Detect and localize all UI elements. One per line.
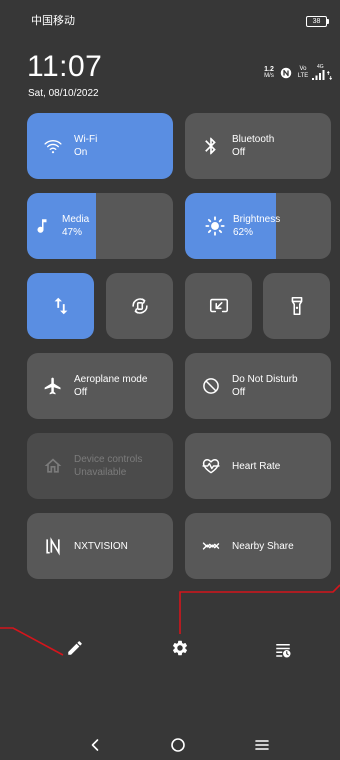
battery-icon: 38 xyxy=(306,16,327,27)
gear-icon[interactable] xyxy=(171,639,189,657)
clock-time[interactable]: 11:07 xyxy=(27,50,102,84)
nxtvision-icon xyxy=(46,537,60,556)
tile-dnd-state: Off xyxy=(232,387,246,398)
tile-wifi-text: Wi-Fi On xyxy=(74,133,97,159)
signal-bars-icon xyxy=(312,70,325,80)
tile-screen-cast[interactable] xyxy=(185,273,252,339)
media-slider-text: Media 47% xyxy=(62,213,89,239)
flashlight-icon xyxy=(291,296,302,316)
tile-device-controls-state: Unavailable xyxy=(74,467,127,478)
tile-bluetooth[interactable]: Bluetooth Off xyxy=(185,113,331,179)
auto-rotate-icon xyxy=(131,298,148,314)
recents-icon[interactable] xyxy=(254,737,270,753)
tile-aeroplane-state: Off xyxy=(74,387,88,398)
bluetooth-icon xyxy=(205,137,216,155)
tile-aeroplane-label: Aeroplane mode xyxy=(74,374,148,385)
tile-wifi-state: On xyxy=(74,147,88,158)
network-speed-unit: M/s xyxy=(264,73,274,79)
nearby-share-icon xyxy=(202,542,220,550)
tile-nearby-share-text: Nearby Share xyxy=(232,540,294,553)
tile-heart-rate-label: Heart Rate xyxy=(232,460,281,472)
alarm-list-icon[interactable] xyxy=(274,641,292,659)
tile-aeroplane-text: Aeroplane mode Off xyxy=(74,373,147,399)
tile-bluetooth-state: Off xyxy=(232,147,246,158)
brightness-slider-text: Brightness 62% xyxy=(233,213,280,239)
tile-auto-rotate[interactable] xyxy=(106,273,173,339)
tile-nearby-share[interactable]: Nearby Share xyxy=(185,513,331,579)
volte-bottom-label: LTE xyxy=(297,73,309,79)
do-not-disturb-icon xyxy=(203,378,219,394)
pencil-icon[interactable] xyxy=(66,639,84,657)
music-note-icon xyxy=(37,219,47,233)
home-icon xyxy=(44,458,62,473)
mobile-data-icon xyxy=(54,297,67,315)
back-icon[interactable] xyxy=(87,737,103,753)
brightness-slider-value: 62% xyxy=(233,227,254,238)
tile-nxtvision-text: NXTVISION xyxy=(74,540,128,553)
brightness-slider-label: Brightness xyxy=(233,214,281,225)
carrier-name: 中国移动 xyxy=(31,15,75,27)
volte-top-label: Vo xyxy=(299,66,307,72)
date-label: Sat, 08/10/2022 xyxy=(28,88,99,99)
battery-nub xyxy=(327,19,329,24)
heart-rate-icon xyxy=(202,459,220,474)
media-slider-label: Media xyxy=(62,214,90,225)
tile-flashlight[interactable] xyxy=(263,273,330,339)
volte-indicator: Vo LTE xyxy=(296,65,310,81)
data-arrows-icon xyxy=(327,71,332,80)
tile-device-controls-label: Device controls xyxy=(74,454,143,465)
tile-dnd-text: Do Not Disturb Off xyxy=(232,373,298,399)
network-speed: 1.2 M/s xyxy=(262,65,276,81)
screen-cast-icon xyxy=(209,298,228,313)
brightness-icon xyxy=(205,216,225,236)
tile-heart-rate-text: Heart Rate xyxy=(232,460,280,473)
tile-nxtvision[interactable]: NXTVISION xyxy=(27,513,173,579)
network-speed-value: 1.2 xyxy=(264,66,274,73)
tile-bluetooth-label: Bluetooth xyxy=(232,134,275,145)
tile-aeroplane-mode[interactable]: Aeroplane mode Off xyxy=(27,353,173,419)
tile-nearby-share-label: Nearby Share xyxy=(232,540,294,552)
tile-wifi-label: Wi-Fi xyxy=(74,134,98,145)
brightness-slider[interactable]: Brightness 62% xyxy=(185,193,331,259)
signal-indicator: 4G xyxy=(312,64,326,81)
tile-wifi[interactable]: Wi-Fi On xyxy=(27,113,173,179)
tile-do-not-disturb[interactable]: Do Not Disturb Off xyxy=(185,353,331,419)
nfc-icon xyxy=(280,67,292,79)
tile-device-controls-text: Device controls Unavailable xyxy=(74,453,142,479)
wifi-icon xyxy=(44,140,62,154)
tile-mobile-data[interactable] xyxy=(27,273,94,339)
annotation-line-edit xyxy=(0,627,64,656)
tile-nxtvision-label: NXTVISION xyxy=(74,540,128,552)
airplane-icon xyxy=(44,377,61,395)
annotation-line-settings xyxy=(179,584,340,634)
tile-device-controls[interactable]: Device controls Unavailable xyxy=(27,433,173,499)
media-slider-value: 47% xyxy=(62,227,83,238)
tile-dnd-label: Do Not Disturb xyxy=(232,374,298,385)
media-volume-slider[interactable]: Media 47% xyxy=(27,193,173,259)
tile-bluetooth-text: Bluetooth Off xyxy=(232,133,274,159)
tile-heart-rate[interactable]: Heart Rate xyxy=(185,433,331,499)
home-circle-icon[interactable] xyxy=(170,737,186,753)
